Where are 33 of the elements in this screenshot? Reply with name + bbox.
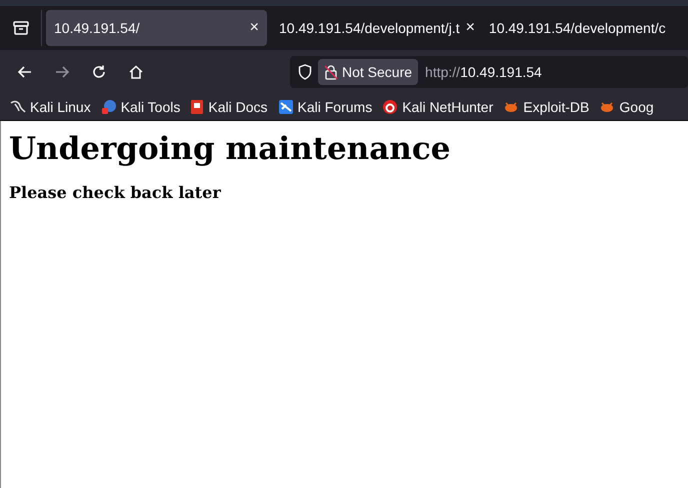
browser-tab[interactable]: 10.49.191.54/development/j.t × <box>271 10 479 46</box>
bookmark-link[interactable]: Kali Forums <box>278 99 372 115</box>
tab-title: 10.49.191.54/development/j.t <box>279 20 460 36</box>
nethunter-icon <box>382 99 398 115</box>
tab-title: 10.49.191.54/ <box>54 20 140 36</box>
shield-icon[interactable] <box>298 64 312 80</box>
url-host: 10.49.191.54 <box>460 64 542 80</box>
bookmark-link[interactable]: Exploit-DB <box>503 99 590 115</box>
bookmark-link[interactable]: Kali Linux <box>10 99 91 115</box>
not-secure-button[interactable]: Not Secure <box>318 59 418 85</box>
forward-icon[interactable] <box>54 64 70 80</box>
url-scheme: http:// <box>425 64 460 80</box>
page-message: Please check back later <box>9 183 222 202</box>
bug-icon <box>503 100 520 114</box>
browser-tab[interactable]: 10.49.191.54/development/c <box>480 10 670 46</box>
crossed-lock-icon <box>324 64 338 80</box>
bookmark-link[interactable]: Kali Tools <box>100 99 180 115</box>
bug-icon <box>599 100 616 114</box>
tools-icon <box>100 99 117 115</box>
home-icon[interactable] <box>128 64 144 80</box>
bookmark-link[interactable]: Kali NetHunter <box>382 99 494 115</box>
forums-icon <box>278 99 294 115</box>
bookmark-link[interactable]: Kali Docs <box>190 99 268 115</box>
tab-title: 10.49.191.54/development/c <box>488 20 666 36</box>
book-icon <box>190 99 204 115</box>
address-bar[interactable]: Not Secure http://10.49.191.54 <box>290 56 688 88</box>
reload-icon[interactable] <box>91 64 107 80</box>
browser-tab[interactable]: 10.49.191.54/ × <box>46 10 267 46</box>
close-icon[interactable]: × <box>466 19 475 37</box>
close-icon[interactable]: × <box>250 19 259 37</box>
bookmark-link[interactable]: Goog <box>599 99 654 115</box>
page-heading: Undergoing maintenance <box>9 131 452 167</box>
back-icon[interactable] <box>17 64 33 80</box>
